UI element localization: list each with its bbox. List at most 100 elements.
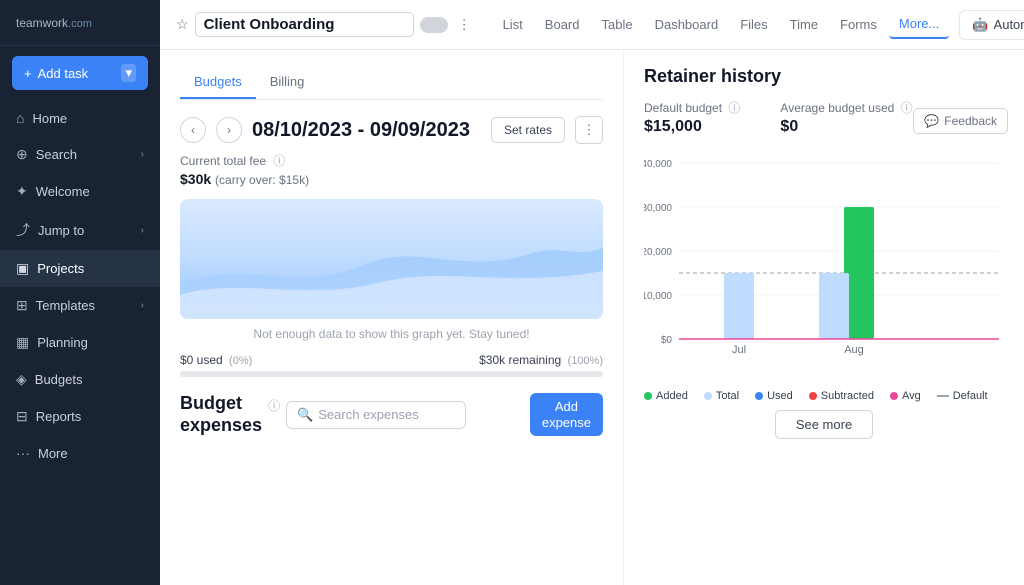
budget-expenses-header: Budgetexpenses ⓘ 🔍 Search expenses Addex… — [180, 393, 603, 436]
avg-budget-stat: Average budget used ⓘ $0 — [780, 99, 912, 136]
expenses-info-icon: ⓘ — [268, 397, 280, 414]
legend-dot-added — [644, 392, 652, 400]
chevron-down-icon[interactable]: ▾ — [121, 64, 136, 82]
star-icon[interactable]: ☆ — [176, 16, 189, 33]
home-icon: ⌂ — [16, 110, 24, 126]
tab-list[interactable]: List — [493, 11, 533, 38]
tab-board[interactable]: Board — [535, 11, 590, 38]
fee-info-icon: ⓘ — [273, 154, 285, 168]
sidebar-item-home[interactable]: ⌂ Home — [0, 100, 160, 136]
templates-icon: ⊞ — [16, 297, 28, 314]
fee-label: Current total fee — [180, 154, 266, 168]
budget-expenses-title: Budgetexpenses — [180, 393, 262, 436]
sidebar-item-label: Templates — [36, 298, 95, 313]
add-task-label: Add task — [38, 66, 89, 81]
planning-icon: ▦ — [16, 334, 29, 351]
automate-button[interactable]: 🤖 Automate ▾ — [959, 10, 1024, 40]
chart-legend: Added Total Used Subtracted Avg — [644, 390, 1004, 402]
tab-budgets[interactable]: Budgets — [180, 66, 256, 99]
status-toggle[interactable] — [420, 17, 448, 33]
used-label: $0 used (0%) — [180, 353, 252, 367]
sidebar-item-label: Projects — [37, 261, 84, 276]
search-expenses-input[interactable]: 🔍 Search expenses — [286, 401, 466, 429]
sidebar-item-reports[interactable]: ⊟ Reports — [0, 398, 160, 435]
svg-text:$10,000: $10,000 — [644, 291, 672, 302]
left-panel: Budgets Billing ‹ › 08/10/2023 - 09/09/2… — [160, 50, 624, 585]
budgets-icon: ◈ — [16, 371, 27, 388]
legend-used: Used — [755, 390, 793, 402]
logo-text: teamwork — [16, 16, 68, 30]
tab-billing[interactable]: Billing — [256, 66, 319, 99]
prev-date-button[interactable]: ‹ — [180, 117, 206, 143]
avg-budget-value: $0 — [780, 118, 912, 136]
sidebar-item-budgets[interactable]: ◈ Budgets — [0, 361, 160, 398]
content-area: 💬 Feedback Budgets Billing ‹ › 08/10/202… — [160, 50, 1024, 585]
project-title-area: ☆ ⋮ — [176, 12, 475, 37]
retainer-title: Retainer history — [644, 66, 1004, 87]
budget-chart — [180, 199, 603, 319]
sidebar-item-projects[interactable]: ▣ Projects — [0, 250, 160, 287]
tab-time[interactable]: Time — [780, 11, 828, 38]
budget-expenses-title-area: Budgetexpenses — [180, 393, 262, 436]
info-icon: ⓘ — [901, 101, 913, 115]
more-options-icon[interactable]: ⋮ — [454, 13, 475, 37]
project-title-input[interactable] — [195, 12, 414, 37]
progress-bar — [180, 371, 603, 377]
tab-forms[interactable]: Forms — [830, 11, 887, 38]
add-expense-button[interactable]: Addexpense — [530, 393, 603, 436]
see-more-button[interactable]: See more — [775, 410, 873, 439]
tab-dashboard[interactable]: Dashboard — [645, 11, 729, 38]
automate-icon: 🤖 — [972, 17, 988, 33]
legend-subtracted: Subtracted — [809, 390, 874, 402]
tab-files[interactable]: Files — [730, 11, 777, 38]
fee-area: Current total fee ⓘ $30k (carry over: $1… — [180, 152, 603, 187]
legend-dot-avg — [890, 392, 898, 400]
legend-total: Total — [704, 390, 739, 402]
search-icon: ⊕ — [16, 146, 28, 163]
options-button[interactable]: ⋮ — [575, 116, 603, 144]
main-content: ☆ ⋮ List Board Table Dashboard Files Tim… — [160, 0, 1024, 585]
legend-dot-subtracted — [809, 392, 817, 400]
budget-expenses-section: Budgetexpenses ⓘ 🔍 Search expenses Addex… — [180, 393, 603, 436]
svg-text:$20,000: $20,000 — [644, 247, 672, 258]
tab-table[interactable]: Table — [592, 11, 643, 38]
sidebar-item-welcome[interactable]: ✦ Welcome — [0, 173, 160, 210]
sidebar-item-more[interactable]: ··· More — [0, 435, 160, 471]
retainer-chart-svg: $40,000 $30,000 $20,000 $10,000 $0 — [644, 148, 1004, 358]
default-budget-stat: Default budget ⓘ $15,000 — [644, 99, 740, 136]
sidebar-item-label: Jump to — [38, 223, 84, 238]
svg-text:$0: $0 — [661, 335, 673, 346]
legend-default: Default — [937, 390, 988, 402]
sidebar-item-templates[interactable]: ⊞ Templates › — [0, 287, 160, 324]
sidebar-item-jumpto[interactable]: ⤴ Jump to › — [0, 210, 160, 250]
svg-text:$30,000: $30,000 — [644, 203, 672, 214]
next-date-button[interactable]: › — [216, 117, 242, 143]
set-rates-button[interactable]: Set rates — [491, 117, 565, 143]
feedback-button[interactable]: 💬 Feedback — [913, 108, 1008, 134]
tab-more[interactable]: More... — [889, 10, 949, 39]
legend-dot-used — [755, 392, 763, 400]
no-data-text: Not enough data to show this graph yet. … — [180, 327, 603, 341]
sidebar-item-search[interactable]: ⊕ Search › — [0, 136, 160, 173]
sidebar-item-planning[interactable]: ▦ Planning — [0, 324, 160, 361]
retainer-chart: $40,000 $30,000 $20,000 $10,000 $0 — [644, 148, 1004, 378]
nav-tabs: List Board Table Dashboard Files Time Fo… — [493, 10, 950, 39]
sidebar-item-label: Home — [32, 111, 67, 126]
sidebar-item-label: Reports — [36, 409, 82, 424]
search-icon: 🔍 — [297, 407, 313, 423]
sidebar-item-label: Budgets — [35, 372, 83, 387]
sidebar-item-label: Planning — [37, 335, 88, 350]
fee-value: $30k (carry over: $15k) — [180, 171, 603, 187]
search-placeholder: Search expenses — [318, 407, 418, 422]
budget-tabs: Budgets Billing — [180, 66, 603, 100]
more-icon: ··· — [16, 445, 30, 461]
add-task-button[interactable]: + Add task ▾ — [12, 56, 148, 90]
chevron-right-icon: › — [141, 300, 144, 311]
budget-progress: $0 used (0%) $30k remaining (100%) — [180, 353, 603, 377]
svg-text:Aug: Aug — [844, 344, 864, 356]
plus-icon: + — [24, 66, 32, 81]
reports-icon: ⊟ — [16, 408, 28, 425]
date-range-label: 08/10/2023 - 09/09/2023 — [252, 119, 470, 142]
legend-added: Added — [644, 390, 688, 402]
legend-dot-total — [704, 392, 712, 400]
